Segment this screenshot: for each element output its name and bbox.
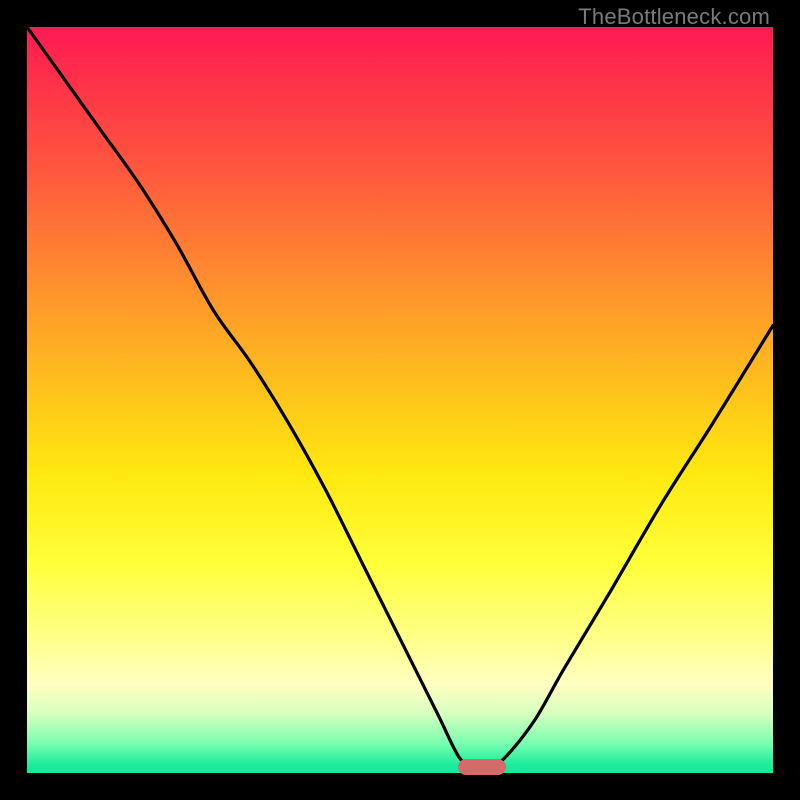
optimum-marker [458, 759, 506, 775]
bottleneck-curve [27, 27, 773, 773]
chart-frame: TheBottleneck.com [0, 0, 800, 800]
plot-area [27, 27, 773, 773]
